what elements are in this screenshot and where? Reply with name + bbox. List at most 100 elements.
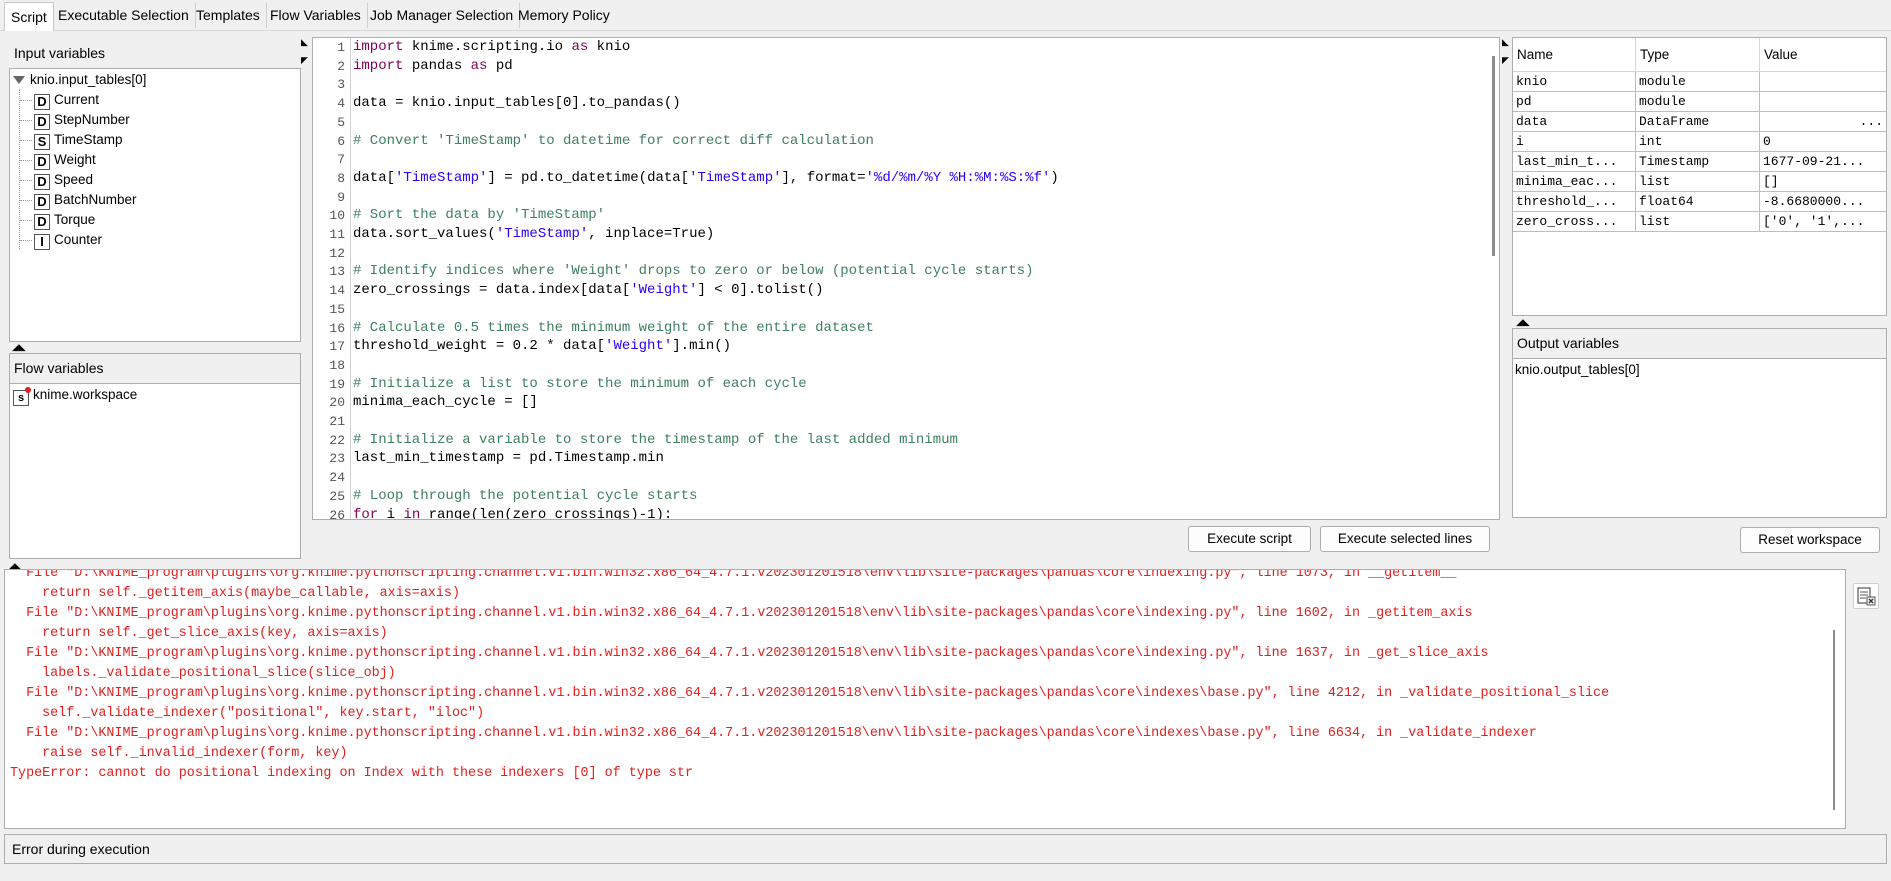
code-line[interactable]: 4 data = knio.input_tables[0].to_pandas() [313, 95, 1483, 114]
code-line[interactable]: 20 minima_each_cycle = [] [313, 394, 1483, 413]
clear-console-button[interactable] [1853, 583, 1879, 609]
tree-root-toggle[interactable]: knio.input_tables[0] [13, 70, 146, 90]
console-line: File "D:\KNIME_program\plugins\org.knime… [10, 646, 1489, 661]
editor-scrollbar-thumb[interactable] [1492, 56, 1495, 256]
variable-name-cell: last_min_t... [1513, 152, 1636, 172]
line-number: 9 [337, 189, 345, 205]
code-line[interactable]: 3 [313, 76, 1483, 95]
console-output[interactable]: File "D:\KNIME_program\plugins\org.knime… [4, 569, 1846, 829]
output-variable-item[interactable]: knio.output_tables[0] [1515, 360, 1640, 380]
variable-row[interactable]: knio module [1513, 72, 1886, 92]
code-line[interactable]: 7 [313, 151, 1483, 170]
console-line: labels._validate_positional_slice(slice_… [10, 666, 396, 681]
code-line[interactable]: 17 threshold_weight = 0.2 * data['Weight'… [313, 338, 1483, 357]
column-type-icon: D [34, 154, 50, 170]
input-column-item[interactable]: D Speed [34, 170, 93, 190]
code-editor[interactable]: 1 import knime.scripting.io as knio 2 impor… [312, 37, 1500, 520]
right-splitter-arrows-icon[interactable]: ◣ ◤ [1502, 38, 1510, 65]
variable-type-cell: module [1636, 92, 1760, 112]
code-text: # Loop through the potential cycle start… [353, 488, 697, 504]
console-line: File "D:\KNIME_program\plugins\org.knime… [10, 686, 1610, 701]
code-line[interactable]: 14 zero_crossings = data.index[data['Weig… [313, 282, 1483, 301]
execute-selected-lines-button[interactable]: Execute selected lines [1320, 526, 1490, 552]
code-line[interactable]: 13 # Identify indices where 'Weight' drop… [313, 263, 1483, 282]
code-line[interactable]: 16 # Calculate 0.5 times the minimum weig… [313, 320, 1483, 339]
variable-row[interactable]: last_min_t... Timestamp 1677-09-21... [1513, 152, 1886, 172]
variable-name-cell: knio [1513, 72, 1636, 92]
input-variables-title: Input variables [14, 45, 106, 61]
input-column-item[interactable]: D BatchNumber [34, 190, 137, 210]
flow-variable-item[interactable]: s knime.workspace [13, 385, 138, 406]
variable-value-cell [1760, 92, 1886, 112]
input-column-item[interactable]: S TimeStamp [34, 130, 123, 150]
editor-scrollbar[interactable] [1485, 38, 1499, 519]
code-line[interactable]: 11 data.sort_values('TimeStamp', inplace=… [313, 226, 1483, 245]
code-text: data.sort_values('TimeStamp', inplace=Tr… [353, 226, 714, 242]
column-name: StepNumber [54, 112, 130, 127]
variable-type-cell: Timestamp [1636, 152, 1760, 172]
code-line[interactable]: 1 import knime.scripting.io as knio [313, 39, 1483, 58]
code-token: ], format= [781, 169, 866, 186]
flow-variables-list: s knime.workspace [9, 383, 301, 559]
code-line[interactable]: 18 [313, 357, 1483, 376]
left-splitter-arrows-icon[interactable]: ◣ ◤ [301, 38, 309, 65]
tab-job-manager-selection[interactable]: Job Manager Selection [364, 3, 521, 28]
reset-workspace-button[interactable]: Reset workspace [1740, 527, 1880, 553]
input-column-item[interactable]: D Weight [34, 150, 96, 170]
code-line[interactable]: 26 for i in range(len(zero_crossings)-1): [313, 507, 1483, 520]
code-line[interactable]: 21 [313, 413, 1483, 432]
code-line[interactable]: 10 # Sort the data by 'TimeStamp' [313, 207, 1483, 226]
console-scrollbar[interactable] [1833, 630, 1835, 810]
expand-triangle-icon[interactable] [13, 76, 25, 85]
variable-value-cell: ['0', '1',... [1760, 212, 1886, 232]
code-token: zero_crossings = data.index[data[ [353, 282, 631, 299]
tab-memory-policy[interactable]: Memory Policy [512, 3, 616, 28]
column-type-icon: D [34, 194, 50, 210]
line-number: 7 [337, 152, 345, 168]
variable-row[interactable]: data DataFrame... [1513, 112, 1886, 132]
code-line[interactable]: 15 [313, 301, 1483, 320]
code-line[interactable]: 12 [313, 245, 1483, 264]
flow-variable-name: knime.workspace [33, 387, 138, 402]
tab-executable-selection[interactable]: Executable Selection [52, 3, 196, 28]
input-column-item[interactable]: D Current [34, 90, 99, 110]
column-header-type[interactable]: Type [1636, 38, 1760, 72]
code-line[interactable]: 22 # Initialize a variable to store the t… [313, 432, 1483, 451]
variable-value-cell: 0 [1760, 132, 1886, 152]
code-token: pandas [403, 57, 471, 74]
code-token: threshold_weight = 0.2 * data[ [353, 338, 606, 355]
code-token: data.sort_values( [353, 226, 496, 242]
code-line[interactable]: 2 import pandas as pd [313, 58, 1483, 77]
code-line[interactable]: 8 data['TimeStamp'] = pd.to_datetime(data… [313, 170, 1483, 189]
code-line[interactable]: 5 [313, 114, 1483, 133]
variable-row[interactable]: minima_eac... list[] [1513, 172, 1886, 192]
tab-flow-variables[interactable]: Flow Variables [264, 3, 368, 28]
code-token: # Loop through the potential cycle start… [353, 487, 698, 504]
code-line[interactable]: 25 # Loop through the potential cycle sta… [313, 488, 1483, 507]
code-line[interactable]: 9 [313, 189, 1483, 208]
column-type-icon: D [34, 94, 50, 110]
code-line[interactable]: 24 [313, 469, 1483, 488]
code-line[interactable]: 23 last_min_timestamp = pd.Timestamp.min [313, 450, 1483, 469]
variable-row[interactable]: i int 0 [1513, 132, 1886, 152]
variable-name-cell: data [1513, 112, 1636, 132]
vars-split-arrows-icon[interactable]: ◢◣ [1516, 318, 1530, 327]
tab-templates[interactable]: Templates [190, 3, 267, 28]
code-token: knime.scripting.io [403, 39, 572, 55]
variable-row[interactable]: threshold_... float64 -8.6680000... [1513, 192, 1886, 212]
column-header-name[interactable]: Name [1513, 38, 1636, 72]
input-column-item[interactable]: I Counter [34, 230, 102, 250]
input-column-item[interactable]: D Torque [34, 210, 95, 230]
variable-row[interactable]: pd module [1513, 92, 1886, 112]
code-text: # Identify indices where 'Weight' drops … [353, 263, 1034, 279]
variable-row[interactable]: zero_cross... list ['0', '1',... [1513, 212, 1886, 232]
tab-script[interactable]: Script [4, 2, 54, 31]
input-column-item[interactable]: D StepNumber [34, 110, 130, 130]
column-header-value[interactable]: Value [1760, 38, 1886, 72]
split-collapse-arrows-icon[interactable]: ◢◣ [12, 343, 26, 352]
code-line[interactable]: 6 # Convert 'TimeStamp' to datetime for c… [313, 133, 1483, 152]
execute-script-button[interactable]: Execute script [1188, 526, 1311, 552]
variable-value-cell: 1677-09-21... [1760, 152, 1886, 172]
code-token: 'Weight' [605, 338, 673, 355]
code-line[interactable]: 19 # Initialize a list to store the minim… [313, 376, 1483, 395]
